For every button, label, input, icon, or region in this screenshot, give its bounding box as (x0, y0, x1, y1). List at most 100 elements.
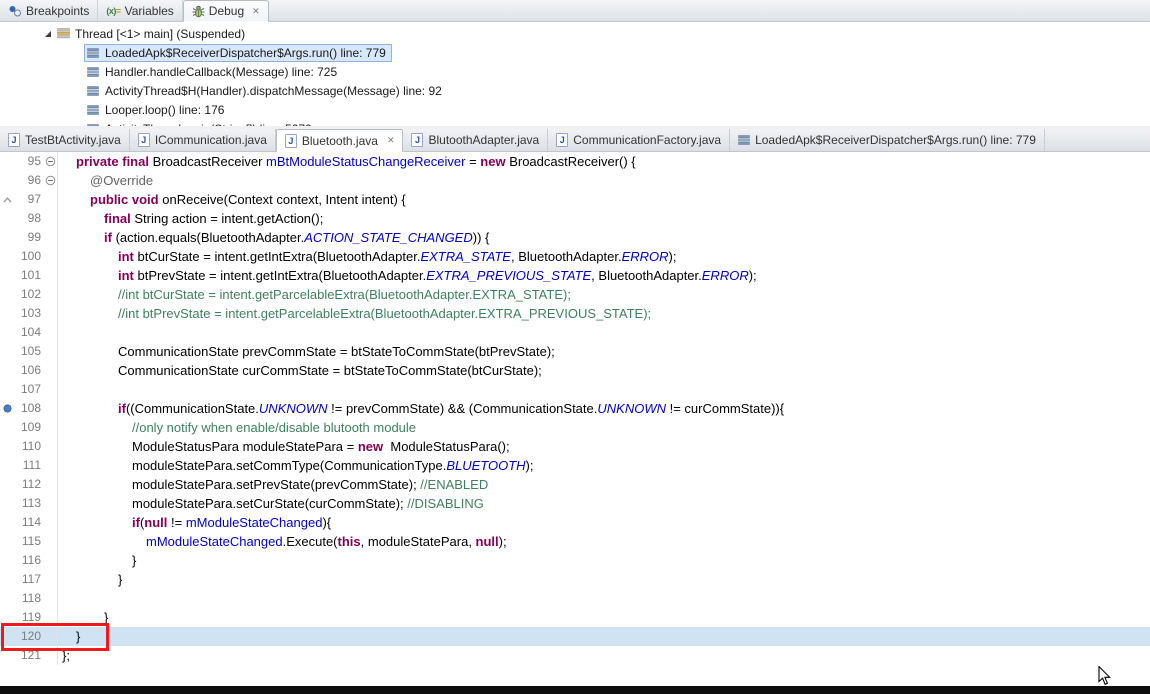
stack-frame-row[interactable]: ActivityThread$H(Handler).dispatchMessag… (0, 81, 1150, 100)
annotation-ruler[interactable] (0, 494, 14, 513)
close-icon[interactable]: ✕ (387, 135, 395, 146)
editor-tab-loadedapk-receiverdispatcher-args-run-line-779[interactable]: LoadedApk$ReceiverDispatcher$Args.run() … (730, 129, 1045, 151)
fold-margin[interactable] (44, 513, 58, 532)
editor-tab-blutoothadapter-java[interactable]: J BlutoothAdapter.java (403, 129, 549, 151)
annotation-ruler[interactable] (0, 475, 14, 494)
code-line[interactable]: 106 CommunicationState curCommState = btS… (0, 361, 1150, 380)
code-line[interactable]: 108 if((CommunicationState.UNKNOWN != pre… (0, 399, 1150, 418)
fold-margin[interactable] (44, 418, 58, 437)
annotation-ruler[interactable] (0, 304, 14, 323)
code-line[interactable]: 100 int btCurState = intent.getIntExtra(B… (0, 247, 1150, 266)
fold-margin[interactable] (44, 646, 58, 665)
code-line[interactable]: 96 @Override (0, 171, 1150, 190)
code-line[interactable]: 98 final String action = intent.getAction… (0, 209, 1150, 228)
fold-margin[interactable] (44, 532, 58, 551)
fold-margin[interactable] (44, 190, 58, 209)
annotation-ruler[interactable] (0, 152, 14, 171)
code-line[interactable]: 112 moduleStatePara.setPrevState(prevComm… (0, 475, 1150, 494)
code-line[interactable]: 113 moduleStatePara.setCurState(curCommSt… (0, 494, 1150, 513)
annotation-ruler[interactable] (0, 342, 14, 361)
annotation-ruler[interactable] (0, 380, 14, 399)
code-line[interactable]: 95 private final BroadcastReceiver mBtMod… (0, 152, 1150, 171)
annotation-ruler[interactable] (0, 228, 14, 247)
fold-margin[interactable] (44, 152, 58, 171)
annotation-ruler[interactable] (0, 323, 14, 342)
code-line[interactable]: 120} (0, 627, 1150, 646)
code-line[interactable]: 110 ModuleStatusPara moduleStatePara = ne… (0, 437, 1150, 456)
code-line[interactable]: 116} (0, 551, 1150, 570)
code-line[interactable]: 102 //int btCurState = intent.getParcelab… (0, 285, 1150, 304)
annotation-ruler[interactable] (0, 361, 14, 380)
stack-frame-row[interactable]: Looper.loop() line: 176 (0, 100, 1150, 119)
annotation-ruler[interactable] (0, 627, 14, 646)
annotation-ruler[interactable] (0, 532, 14, 551)
editor-tab-bluetooth-java[interactable]: J Bluetooth.java ✕ (275, 129, 404, 152)
fold-margin[interactable] (44, 570, 58, 589)
annotation-ruler[interactable] (0, 399, 14, 418)
fold-margin[interactable] (44, 323, 58, 342)
code-line[interactable]: 117} (0, 570, 1150, 589)
annotation-ruler[interactable] (0, 646, 14, 665)
line-number: 96 (27, 173, 41, 187)
fold-margin[interactable] (44, 266, 58, 285)
fold-margin[interactable] (44, 380, 58, 399)
annotation-ruler[interactable] (0, 437, 14, 456)
fold-margin[interactable] (44, 171, 58, 190)
annotation-ruler[interactable] (0, 608, 14, 627)
code-line[interactable]: 103 //int btPrevState = intent.getParcela… (0, 304, 1150, 323)
view-tab-breakpoints[interactable]: Breakpoints (0, 0, 99, 21)
code-line[interactable]: 99 if (action.equals(BluetoothAdapter.ACT… (0, 228, 1150, 247)
annotation-ruler[interactable] (0, 209, 14, 228)
stack-frame-row[interactable]: ActivityThread.main(String[]) line: 5279 (0, 119, 1150, 126)
annotation-ruler[interactable] (0, 513, 14, 532)
code-line[interactable]: 115 mModuleStateChanged.Execute(this, mod… (0, 532, 1150, 551)
stack-frame-row[interactable]: Handler.handleCallback(Message) line: 72… (0, 62, 1150, 81)
thread-tree-row[interactable]: Thread [<1> main] (Suspended) (0, 24, 1150, 43)
code-line[interactable]: 118 (0, 589, 1150, 608)
expand-arrow-icon[interactable] (44, 30, 52, 38)
code-line[interactable]: 111 moduleStatePara.setCommType(Communica… (0, 456, 1150, 475)
annotation-ruler[interactable] (0, 285, 14, 304)
code-line[interactable]: 105 CommunicationState prevCommState = bt… (0, 342, 1150, 361)
fold-margin[interactable] (44, 247, 58, 266)
fold-margin[interactable] (44, 551, 58, 570)
fold-margin[interactable] (44, 456, 58, 475)
fold-margin[interactable] (44, 437, 58, 456)
code-line[interactable]: 121}; (0, 646, 1150, 665)
editor-tab-icommunication-java[interactable]: J ICommunication.java (130, 129, 276, 151)
annotation-ruler[interactable] (0, 456, 14, 475)
fold-margin[interactable] (44, 228, 58, 247)
annotation-ruler[interactable] (0, 589, 14, 608)
code-line[interactable]: 97 public void onReceive(Context context,… (0, 190, 1150, 209)
code-line[interactable]: 114 if(null != mModuleStateChanged){ (0, 513, 1150, 532)
fold-margin[interactable] (44, 494, 58, 513)
fold-margin[interactable] (44, 342, 58, 361)
code-line[interactable]: 107 (0, 380, 1150, 399)
code-line[interactable]: 104 (0, 323, 1150, 342)
fold-margin[interactable] (44, 285, 58, 304)
view-tab-debug[interactable]: Debug ✕ (182, 0, 269, 22)
fold-margin[interactable] (44, 589, 58, 608)
code-line[interactable]: 101 int btPrevState = intent.getIntExtra(… (0, 266, 1150, 285)
annotation-ruler[interactable] (0, 570, 14, 589)
annotation-ruler[interactable] (0, 266, 14, 285)
stack-frame-row[interactable]: LoadedApk$ReceiverDispatcher$Args.run() … (0, 43, 1150, 62)
annotation-ruler[interactable] (0, 171, 14, 190)
annotation-ruler[interactable] (0, 551, 14, 570)
fold-margin[interactable] (44, 627, 58, 646)
fold-margin[interactable] (44, 608, 58, 627)
annotation-ruler[interactable] (0, 418, 14, 437)
view-tab-variables[interactable]: (x)= Variables (98, 0, 183, 21)
fold-margin[interactable] (44, 304, 58, 323)
code-line[interactable]: 109 //only notify when enable/disable blu… (0, 418, 1150, 437)
fold-margin[interactable] (44, 209, 58, 228)
editor-tab-communicationfactory-java[interactable]: J CommunicationFactory.java (548, 129, 731, 151)
fold-margin[interactable] (44, 475, 58, 494)
fold-margin[interactable] (44, 399, 58, 418)
annotation-ruler[interactable] (0, 247, 14, 266)
fold-margin[interactable] (44, 361, 58, 380)
annotation-ruler[interactable] (0, 190, 14, 209)
code-line[interactable]: 119} (0, 608, 1150, 627)
close-icon[interactable]: ✕ (252, 6, 260, 17)
editor-tab-testbtactivity-java[interactable]: J TestBtActivity.java (0, 129, 130, 151)
